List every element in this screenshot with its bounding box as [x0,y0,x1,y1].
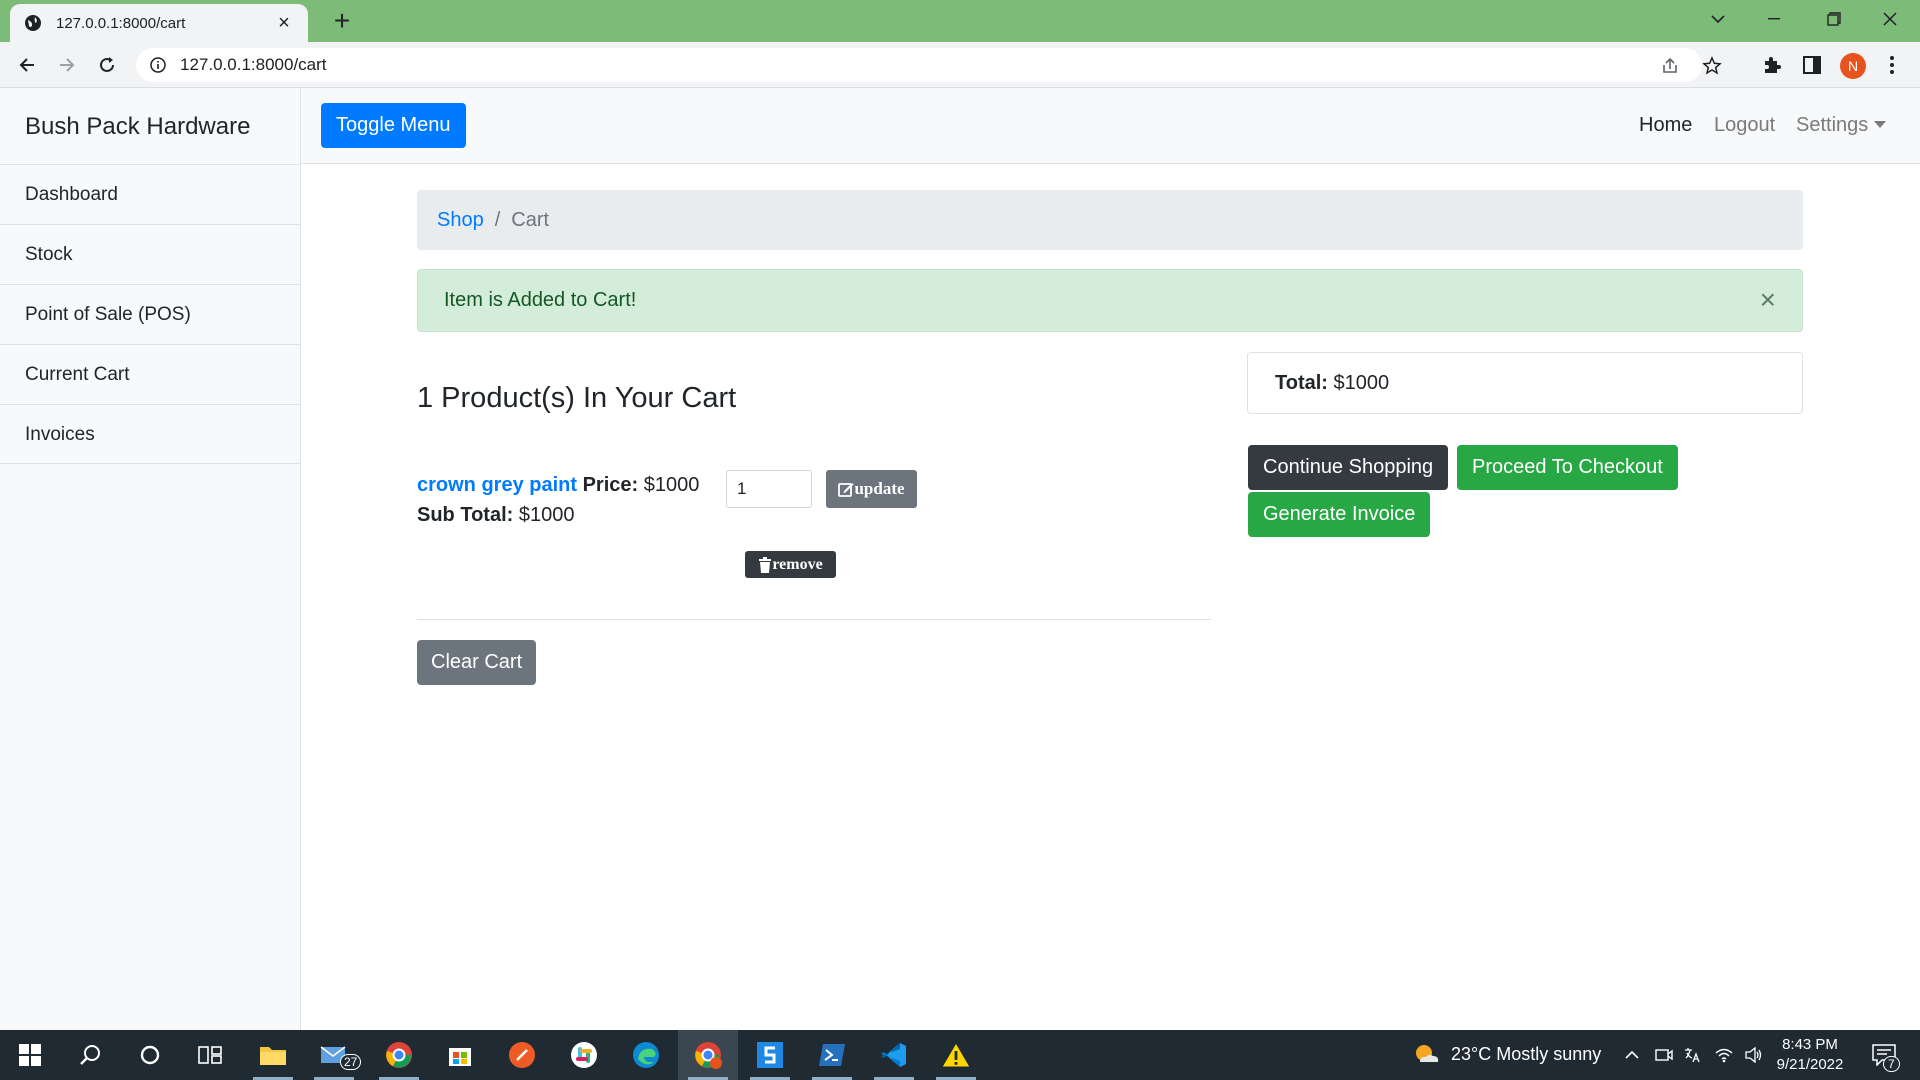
postman-icon[interactable] [506,1039,538,1071]
side-panel-icon[interactable] [1800,53,1824,77]
total-label: Total: [1275,371,1328,394]
breadcrumb-current: Cart [511,208,550,231]
notification-badge: 7 [1883,1056,1900,1072]
subtotal-label: Sub Total: [417,504,514,526]
sidebar-item-current-cart[interactable]: Current Cart [0,344,300,404]
sidebar-item-pos[interactable]: Point of Sale (POS) [0,284,300,344]
clock-date: 9/21/2022 [1776,1056,1844,1073]
trash-icon [759,556,772,573]
price-label: Price: [582,474,639,496]
edit-icon [838,483,854,497]
weather-text[interactable]: 23°C Mostly sunny [1451,1044,1601,1065]
product-name-link[interactable]: crown grey paint [417,474,577,496]
nav-home-link[interactable]: Home [1639,114,1692,137]
subtotal-line: Sub Total: $1000 [417,504,574,527]
cart-heading: 1 Product(s) In Your Cart [417,382,737,414]
restore-icon[interactable] [1806,0,1862,38]
address-bar-row: 127.0.0.1:8000/cart N [0,42,1920,88]
clear-cart-button[interactable]: Clear Cart [417,640,537,685]
edge-icon[interactable] [630,1039,662,1071]
total-value: $1000 [1333,371,1390,394]
success-alert: Item is Added to Cart! × [417,269,1803,332]
close-window-icon[interactable] [1862,0,1918,38]
update-button[interactable]: update [826,470,917,508]
volume-icon[interactable] [1742,1039,1766,1071]
proceed-to-checkout-button[interactable]: Proceed To Checkout [1457,445,1678,490]
task-view-icon[interactable] [194,1039,226,1071]
sidebar-item-dashboard[interactable]: Dashboard [0,164,300,224]
cortana-icon[interactable] [134,1039,166,1071]
tab-title: 127.0.0.1:8000/cart [56,14,186,32]
toggle-menu-button[interactable]: Toggle Menu [321,103,466,148]
slack-icon[interactable] [568,1039,600,1071]
update-label: update [854,479,905,498]
breadcrumb: Shop / Cart [417,190,1803,250]
top-navbar: Toggle Menu Home Logout Settings [301,88,1920,164]
language-icon[interactable] [1680,1039,1704,1071]
cart-item-line: crown grey paint Price: $1000 [417,474,699,497]
nav-settings-label: Settings [1796,114,1869,136]
continue-shopping-button[interactable]: Continue Shopping [1248,445,1449,490]
meet-now-icon[interactable] [1652,1039,1676,1071]
profile-avatar[interactable]: N [1840,53,1866,79]
caret-down-icon [1874,121,1887,128]
url-text: 127.0.0.1:8000/cart [180,55,327,74]
globe-icon [25,15,41,31]
store-icon[interactable] [444,1039,476,1071]
web-page: Bush Pack Hardware Dashboard Stock Point… [0,88,1920,1030]
price-value: $1000 [643,474,700,496]
cart-divider [417,619,1211,620]
chrome-profile-icon[interactable] [692,1039,724,1071]
quantity-input[interactable] [726,470,812,508]
extensions-puzzle-icon[interactable] [1760,53,1784,77]
nav-settings-dropdown[interactable]: Settings [1796,114,1887,137]
mail-badge: 27 [340,1054,362,1070]
search-icon[interactable] [74,1039,106,1071]
share-icon[interactable] [1660,56,1680,76]
kebab-menu-icon[interactable] [1880,53,1904,77]
bookmark-star-icon[interactable] [1702,56,1722,76]
alert-close-icon[interactable]: × [1760,285,1776,315]
sidebar-item-invoices[interactable]: Invoices [0,404,300,464]
browser-tab[interactable]: 127.0.0.1:8000/cart × [10,4,308,42]
breadcrumb-separator: / [494,208,501,231]
vscode-icon[interactable] [878,1039,910,1071]
forward-arrow-icon[interactable] [52,50,82,80]
chevron-up-icon[interactable] [1620,1039,1644,1071]
reload-icon[interactable] [92,50,122,80]
nav-logout-link[interactable]: Logout [1714,114,1775,137]
sidebar-item-stock[interactable]: Stock [0,224,300,284]
subtotal-value: $1000 [518,504,575,526]
remove-label: remove [772,555,823,573]
file-explorer-icon[interactable] [257,1039,289,1071]
windows-taskbar: 27 23°C Mostly sunny 8:43 PM 9/21/2022 7 [0,1030,1920,1080]
windows-start-icon[interactable] [14,1039,46,1071]
clock-time: 8:43 PM [1782,1036,1838,1053]
minimize-icon[interactable] [1746,0,1802,38]
total-box: Total: $1000 [1247,352,1803,414]
wifi-icon[interactable] [1712,1039,1736,1071]
sidebar: Bush Pack Hardware Dashboard Stock Point… [0,88,301,1030]
new-tab-icon[interactable]: + [325,4,359,38]
remove-button[interactable]: remove [745,551,836,578]
warning-icon[interactable] [940,1039,972,1071]
powershell-icon[interactable] [816,1039,848,1071]
url-bar[interactable]: 127.0.0.1:8000/cart [136,48,1722,82]
weather-sun-icon[interactable] [1410,1039,1442,1071]
info-icon[interactable] [150,57,166,73]
scheduler-app-icon[interactable] [754,1039,786,1071]
browser-tab-bar: 127.0.0.1:8000/cart × + [0,0,1920,42]
tab-search-icon[interactable] [1690,0,1746,38]
breadcrumb-shop-link[interactable]: Shop [437,209,484,232]
taskbar-clock[interactable]: 8:43 PM 9/21/2022 [1770,1035,1850,1075]
back-arrow-icon[interactable] [12,50,42,80]
generate-invoice-button[interactable]: Generate Invoice [1248,492,1431,537]
tab-close-icon[interactable]: × [274,12,294,35]
chrome-icon[interactable] [383,1039,415,1071]
alert-message: Item is Added to Cart! [444,289,637,311]
brand-title: Bush Pack Hardware [25,113,251,140]
